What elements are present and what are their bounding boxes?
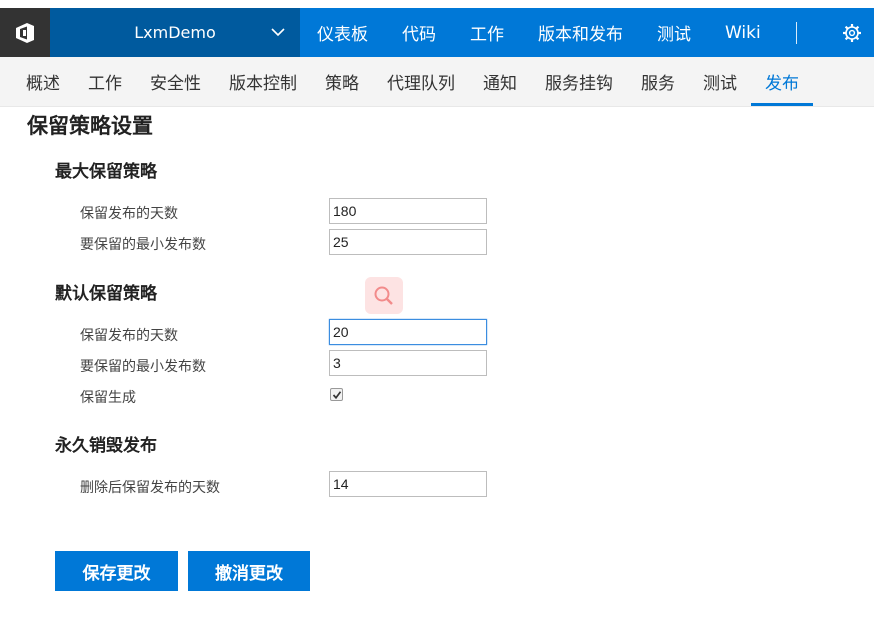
tab-services[interactable]: 服务 [627,57,689,106]
tab-overview[interactable]: 概述 [12,57,74,106]
max-min-releases-input[interactable] [329,229,487,255]
hub-test[interactable]: 测试 [640,8,708,57]
default-policy-title: 默认保留策略 [55,284,157,304]
default-min-releases-input[interactable] [329,350,487,376]
tab-service-hooks[interactable]: 服务挂钩 [531,57,627,106]
default-days-label: 保留发布的天数 [80,328,178,344]
tab-version-control[interactable]: 版本控制 [215,57,311,106]
checkmark-icon [332,390,341,399]
zoom-overlay-button[interactable] [365,277,403,314]
page-title: 保留策略设置 [27,114,153,138]
tab-work[interactable]: 工作 [74,57,136,106]
top-nav-bar: LxmDemo 仪表板 代码 工作 版本和发布 测试 Wiki [0,8,874,57]
hub-work[interactable]: 工作 [453,8,521,57]
magnifier-icon [374,286,393,305]
hub-nav: 仪表板 代码 工作 版本和发布 测试 Wiki [300,8,815,57]
max-days-label: 保留发布的天数 [80,206,178,222]
max-policy-title: 最大保留策略 [55,162,157,182]
settings-tabs: 概述 工作 安全性 版本控制 策略 代理队列 通知 服务挂钩 服务 测试 发布 [0,57,874,107]
max-days-input[interactable] [329,198,487,224]
hub-code[interactable]: 代码 [385,8,453,57]
retain-builds-checkbox[interactable] [330,388,343,401]
project-selector[interactable]: LxmDemo [50,8,300,57]
chevron-down-icon [271,28,285,37]
permanent-delete-title: 永久销毁发布 [55,436,157,456]
hub-wiki[interactable]: Wiki [708,8,778,57]
delete-days-input[interactable] [329,471,487,497]
max-min-releases-label: 要保留的最小发布数 [80,237,206,253]
tab-agent-queues[interactable]: 代理队列 [373,57,469,106]
vsts-logo[interactable] [0,8,50,57]
retain-builds-label: 保留生成 [80,390,136,406]
gear-icon [843,23,861,42]
vsts-logo-icon [16,22,34,43]
default-days-input[interactable] [329,319,487,345]
settings-button[interactable] [830,8,874,57]
tab-release[interactable]: 发布 [751,57,813,106]
delete-days-label: 删除后保留发布的天数 [80,480,220,496]
hub-dashboards[interactable]: 仪表板 [300,8,385,57]
tab-test[interactable]: 测试 [689,57,751,106]
tab-policies[interactable]: 策略 [311,57,373,106]
default-min-releases-label: 要保留的最小发布数 [80,359,206,375]
nav-divider [795,21,797,44]
save-changes-button[interactable]: 保存更改 [55,551,178,591]
undo-changes-button[interactable]: 撤消更改 [188,551,310,591]
hub-build-release[interactable]: 版本和发布 [521,8,640,57]
project-name: LxmDemo [134,23,216,42]
tab-security[interactable]: 安全性 [136,57,215,106]
tab-notifications[interactable]: 通知 [469,57,531,106]
